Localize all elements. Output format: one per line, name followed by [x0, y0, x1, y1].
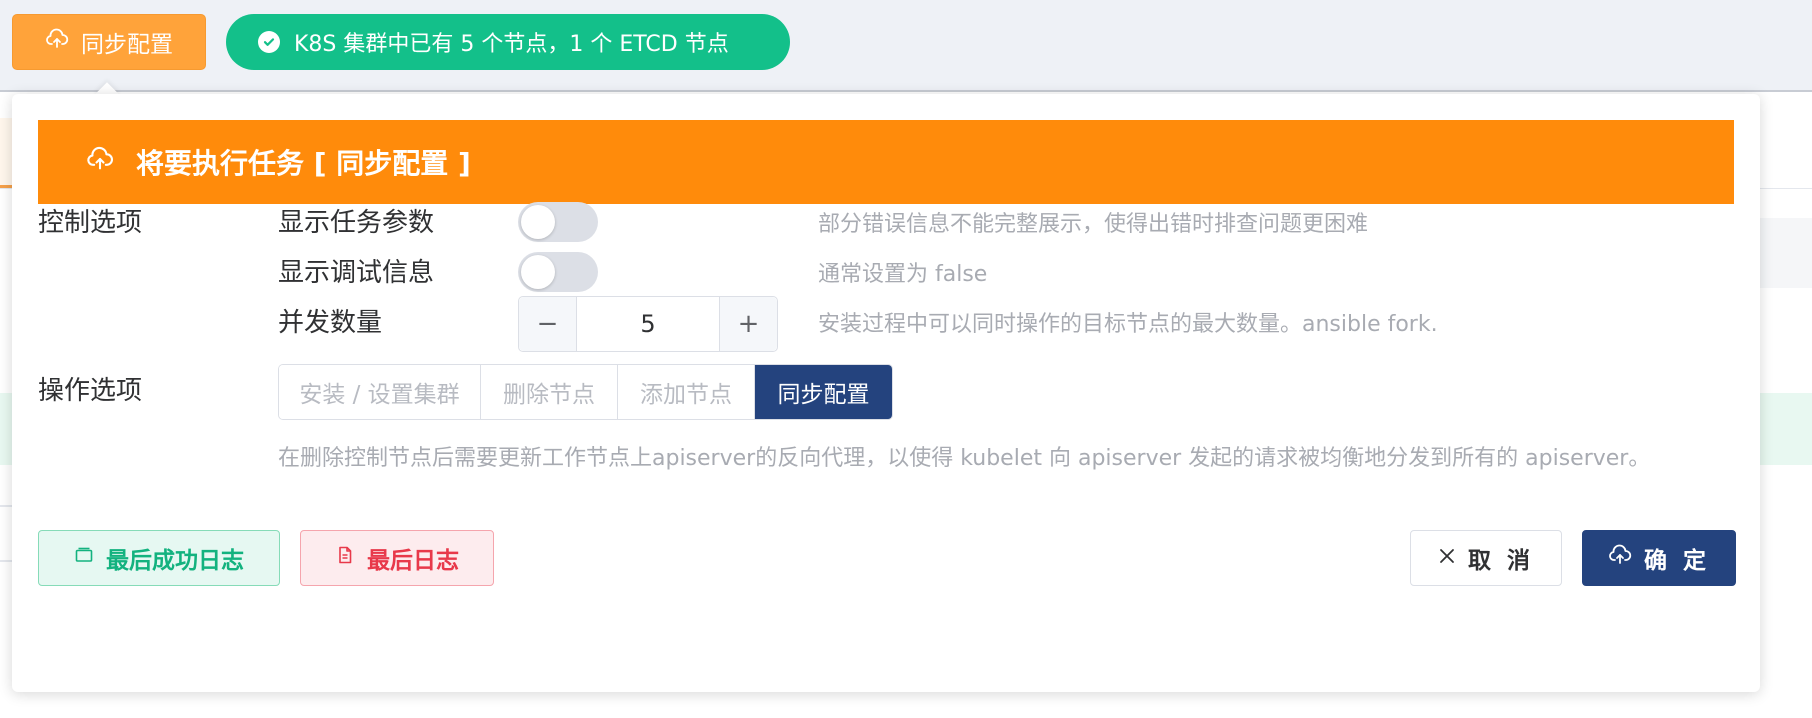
cloud-upload-icon [86, 145, 114, 180]
op-sync-config[interactable]: 同步配置 [755, 365, 892, 419]
cluster-status-badge: K8S 集群中已有 5 个节点，1 个 ETCD 节点 [226, 14, 790, 70]
show-debug-info-switch[interactable] [518, 252, 598, 292]
concurrency-label: 并发数量 [278, 308, 383, 338]
folder-icon [74, 545, 94, 571]
show-task-params-hint: 部分错误信息不能完整展示，使得出错时排查问题更困难 [818, 212, 1369, 237]
switch-knob [521, 205, 555, 239]
last-log-button[interactable]: 最后日志 [300, 530, 494, 586]
task-confirm-popover: 将要执行任务 [ 同步配置 ] 控制选项 显示任务参数 部分错误信息不能完整展示… [12, 94, 1760, 692]
concurrency-hint: 安装过程中可以同时操作的目标节点的最大数量。ansible fork. [818, 312, 1438, 337]
cancel-label: 取 消 [1467, 548, 1534, 574]
concurrency-input[interactable]: 5 [577, 297, 719, 351]
close-icon [1438, 545, 1456, 571]
increase-button[interactable]: + [719, 297, 777, 351]
confirm-button[interactable]: 确 定 [1582, 530, 1736, 586]
sync-config-button[interactable]: 同步配置 [12, 14, 206, 70]
last-success-log-button[interactable]: 最后成功日志 [38, 530, 280, 586]
operation-segmented-control: 安装 / 设置集群 删除节点 添加节点 同步配置 [278, 364, 893, 420]
op-add-node[interactable]: 添加节点 [618, 365, 755, 419]
cloud-upload-icon [1608, 543, 1632, 573]
background-panel-edge [1760, 218, 1812, 288]
task-title: 将要执行任务 [ 同步配置 ] [136, 147, 471, 180]
show-debug-info-label: 显示调试信息 [278, 258, 435, 288]
document-icon [335, 545, 355, 571]
decrease-button[interactable]: − [519, 297, 577, 351]
switch-knob [521, 255, 555, 289]
show-debug-info-hint: 通常设置为 false [818, 262, 988, 287]
concurrency-stepper: − 5 + [518, 296, 778, 352]
operation-description: 在删除控制节点后需要更新工作节点上apiserver的反向代理，以使得 kube… [278, 446, 1651, 471]
cluster-status-text: K8S 集群中已有 5 个节点，1 个 ETCD 节点 [294, 32, 729, 57]
op-install-cluster[interactable]: 安装 / 设置集群 [279, 365, 481, 419]
task-banner: 将要执行任务 [ 同步配置 ] [38, 120, 1734, 204]
op-remove-node[interactable]: 删除节点 [481, 365, 618, 419]
last-success-log-label: 最后成功日志 [106, 548, 244, 574]
cloud-upload-icon [45, 27, 69, 57]
last-log-label: 最后日志 [367, 548, 459, 574]
operation-options-label: 操作选项 [38, 376, 143, 406]
confirm-label: 确 定 [1643, 548, 1710, 574]
show-task-params-label: 显示任务参数 [278, 208, 435, 238]
cancel-button[interactable]: 取 消 [1410, 530, 1562, 586]
check-circle-icon [258, 31, 280, 53]
control-options-label: 控制选项 [38, 208, 143, 238]
sync-config-button-label: 同步配置 [81, 32, 173, 58]
show-task-params-switch[interactable] [518, 202, 598, 242]
